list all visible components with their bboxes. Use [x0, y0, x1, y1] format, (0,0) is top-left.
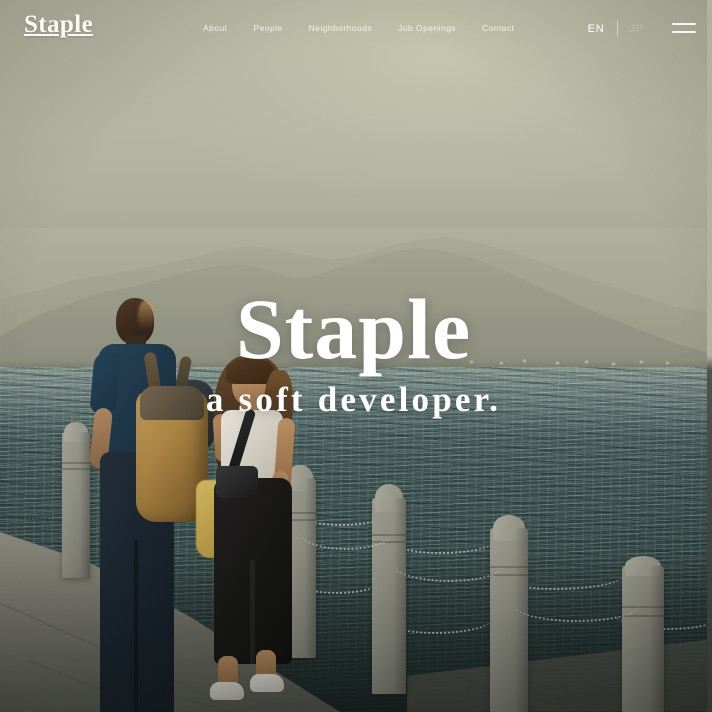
nav-item-people[interactable]: People	[253, 23, 282, 33]
language-option-jp[interactable]: JP	[618, 23, 656, 35]
nav-item-contact[interactable]: Contact	[482, 23, 514, 33]
hamburger-line	[672, 23, 696, 25]
railing-chain	[394, 548, 504, 582]
page-root: Staple a soft developer. Staple About Pe…	[0, 0, 712, 712]
man-hair-highlight	[138, 300, 154, 330]
nav-item-neighborhoods[interactable]: Neighborhoods	[309, 23, 373, 33]
woman-sneaker	[250, 674, 284, 692]
hamburger-line	[672, 31, 696, 33]
bollard-shading	[394, 498, 406, 694]
nav-item-about[interactable]: About	[203, 23, 227, 33]
bollard-shading	[80, 432, 90, 578]
site-header: Staple About People Neighborhoods Job Op…	[0, 0, 712, 58]
main-navigation: About People Neighborhoods Job Openings …	[203, 23, 514, 33]
language-switcher: EN JP	[576, 20, 656, 37]
man-leg-separation	[134, 540, 138, 712]
woman-pants-fold	[250, 560, 255, 664]
site-logo[interactable]: Staple	[24, 12, 93, 37]
right-edge-strip	[707, 0, 712, 712]
bollard-shading	[305, 478, 316, 658]
backpack-flap	[140, 386, 204, 420]
woman-sneaker	[210, 682, 244, 700]
woman-shoulder-bag	[216, 466, 258, 498]
hamburger-icon[interactable]	[672, 22, 696, 35]
bollard-shading	[649, 566, 664, 712]
language-option-en[interactable]: EN	[576, 23, 617, 35]
man-sleeve	[89, 350, 121, 416]
railing-chain	[514, 588, 640, 622]
stone-bollard	[62, 421, 90, 578]
bollard-shading	[515, 528, 528, 712]
nav-item-job-openings[interactable]: Job Openings	[398, 23, 456, 33]
railing-chain	[300, 516, 392, 550]
hero-background-image	[0, 0, 707, 712]
stone-bollard	[622, 555, 664, 712]
